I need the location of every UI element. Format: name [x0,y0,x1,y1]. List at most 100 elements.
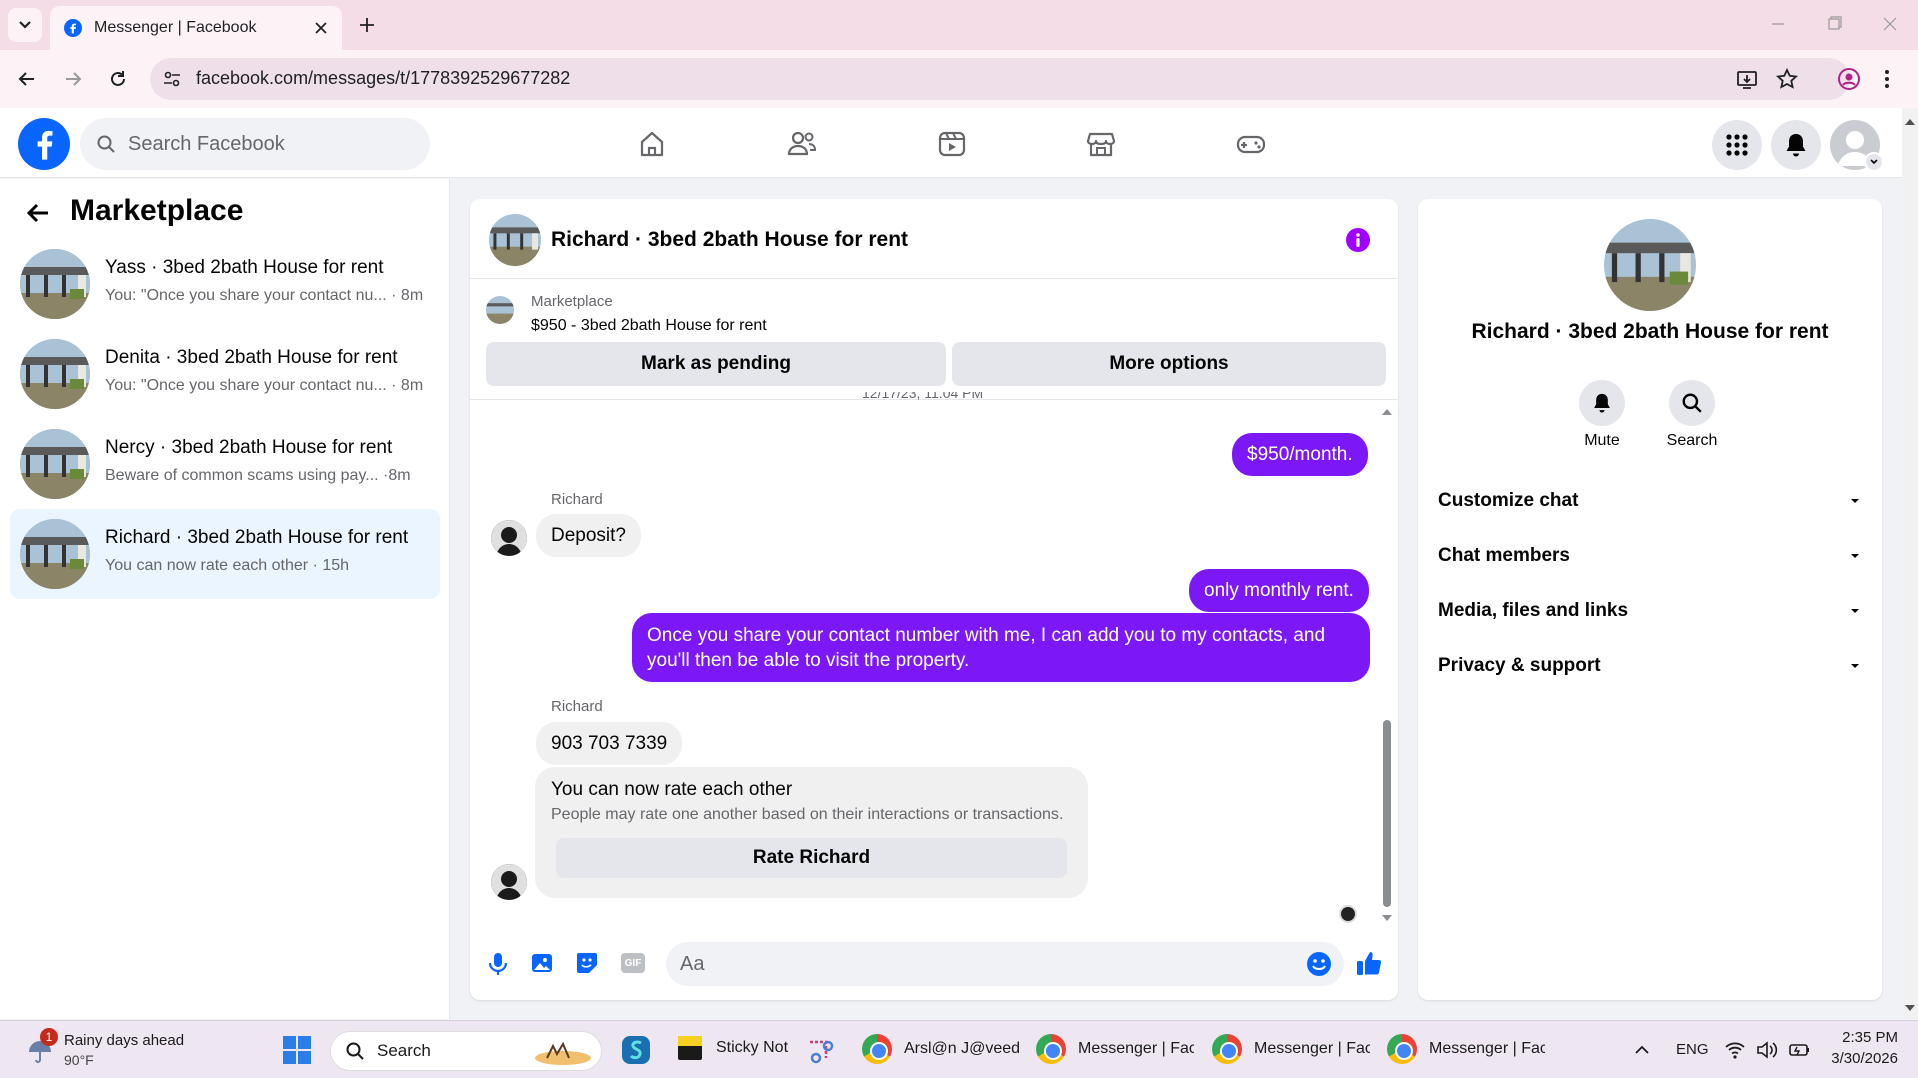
conversation-preview: You can now rate each other · 15h [105,557,350,574]
scroll-down-icon [1905,1005,1915,1011]
browser-tab-messenger[interactable]: Messenger | Facebook [50,6,342,50]
taskbar-app-s[interactable] [620,1034,652,1066]
bookmark-star-icon[interactable] [1776,68,1798,90]
menu-button[interactable] [1712,120,1762,170]
listing-title[interactable]: $950 - 3bed 2bath House for rent [531,317,767,335]
chevron-down-icon [1851,664,1859,668]
restore-window-button[interactable] [1824,14,1844,34]
section-label: Media, files and links [1438,600,1629,621]
chat-title[interactable]: Richard · 3bed 2bath House for rent [551,228,908,252]
info-icon [1346,228,1370,252]
system-tray-status[interactable] [1724,1040,1812,1060]
start-button[interactable] [282,1035,312,1065]
profile-icon[interactable] [1837,67,1861,91]
nav-video[interactable] [932,124,972,164]
outgoing-message[interactable]: only monthly rent. [1189,569,1369,612]
close-tab-icon[interactable] [314,21,328,35]
new-tab-button[interactable] [356,14,378,36]
gif-label: GIF [624,957,642,969]
chat-avatar[interactable] [489,214,541,266]
close-icon [1883,17,1897,31]
clock[interactable]: 2:35 PM 3/30/2026 [1828,1029,1898,1067]
browser-menu-icon[interactable] [1882,67,1892,91]
scroll-up-icon [1382,409,1392,415]
tab-search-button[interactable] [8,8,42,42]
facebook-favicon-icon [64,19,82,37]
conversation-name: Yass · 3bed 2bath House for rent [105,257,384,278]
url-text[interactable]: facebook.com/messages/t/1778392529677282 [196,68,570,89]
battery-icon [1789,1044,1809,1056]
listing-thumbnail[interactable] [486,296,514,324]
listing-thumbnail [20,429,90,499]
taskbar-sticky-notes[interactable]: Sticky Not [676,1034,788,1062]
customize-chat-section[interactable]: Customize chat [1438,486,1862,516]
incoming-message[interactable]: Deposit? [536,514,641,557]
back-button[interactable] [16,68,38,90]
mark-as-pending-button[interactable]: Mark as pending [486,342,946,386]
details-avatar[interactable] [1604,219,1696,311]
conversation-item-yass[interactable]: Yass · 3bed 2bath House for rent You: "O… [10,239,440,329]
facebook-logo[interactable] [18,118,70,170]
close-window-button[interactable] [1880,14,1900,34]
sender-avatar[interactable] [491,864,527,900]
attach-photo-button[interactable] [530,951,554,975]
message-input[interactable]: Aa [666,942,1344,986]
chat-members-section[interactable]: Chat members [1438,541,1862,571]
conversation-item-denita[interactable]: Denita · 3bed 2bath House for rent You: … [10,329,440,419]
forward-button[interactable] [62,68,84,90]
minimize-window-button[interactable] [1768,14,1788,34]
conversation-info-button[interactable] [1345,227,1371,253]
mute-button[interactable] [1579,380,1625,426]
search-label: Search [1666,432,1718,449]
chat-scrollbar[interactable] [1380,405,1394,925]
voice-clip-button[interactable] [487,951,509,977]
taskbar-snipping-tool[interactable] [806,1036,836,1066]
conversation-name: Nercy · 3bed 2bath House for rent [105,437,393,458]
media-files-links-section[interactable]: Media, files and links [1438,596,1862,626]
page-scrollbar[interactable] [1902,108,1918,1020]
back-to-chats-button[interactable] [24,199,52,227]
emoji-button[interactable] [1306,951,1332,977]
site-info-icon[interactable] [162,69,182,89]
reload-button[interactable] [107,68,129,90]
message-timestamp: 12/17/23, 11:04 PM [862,392,984,401]
listing-thumbnail [20,519,90,589]
taskbar-chrome-messenger-1[interactable]: Messenger | Face [1036,1034,1194,1064]
taskbar-search[interactable]: Search [330,1031,602,1071]
outgoing-message[interactable]: Once you share your contact number with … [632,613,1370,682]
search-in-conversation-button[interactable] [1669,380,1715,426]
nav-friends[interactable] [782,124,822,164]
send-like-button[interactable] [1355,949,1383,977]
conversation-item-richard[interactable]: Richard · 3bed 2bath House for rent You … [10,509,440,599]
incoming-message[interactable]: 903 703 7339 [536,722,683,765]
listing-thumbnail [20,249,90,319]
sender-avatar[interactable] [491,520,527,556]
weather-badge: 1 [40,1028,58,1046]
facebook-search-input[interactable]: Search Facebook [80,118,430,170]
chat-scrollbar-thumb[interactable] [1383,720,1391,907]
outgoing-message[interactable]: $950/month. [1232,433,1368,476]
conversation-item-nercy[interactable]: Nercy · 3bed 2bath House for rent Beware… [10,419,440,509]
taskbar-chrome-profile-1[interactable]: Arsl@n J@veed [862,1034,1020,1064]
tab-title: Messenger | Facebook [94,19,257,36]
input-language[interactable]: ENG [1676,1041,1709,1058]
account-menu-chevron[interactable] [1864,152,1884,172]
nav-gaming[interactable] [1231,124,1271,164]
sticker-button[interactable] [575,951,599,975]
rate-richard-button[interactable]: Rate Richard [556,838,1067,878]
notifications-button[interactable] [1771,120,1821,170]
taskbar-chrome-messenger-3[interactable]: Messenger | Face [1387,1034,1545,1064]
privacy-support-section[interactable]: Privacy & support [1438,651,1862,681]
nav-home[interactable] [632,124,672,164]
friends-icon [787,131,817,156]
more-options-button[interactable]: More options [952,342,1386,386]
section-label: Customize chat [1438,490,1579,511]
nav-marketplace[interactable] [1081,124,1121,164]
chrome-icon [1387,1034,1417,1064]
taskbar-chrome-messenger-2[interactable]: Messenger | Face [1212,1034,1370,1064]
gif-button[interactable]: GIF [621,953,645,973]
weather-widget[interactable]: 1 Rainy days ahead 90°F [22,1028,202,1072]
show-hidden-icons-button[interactable] [1633,1041,1651,1059]
taskbar-app-label: Messenger | Face [1078,1040,1194,1057]
install-app-icon[interactable] [1736,68,1758,90]
